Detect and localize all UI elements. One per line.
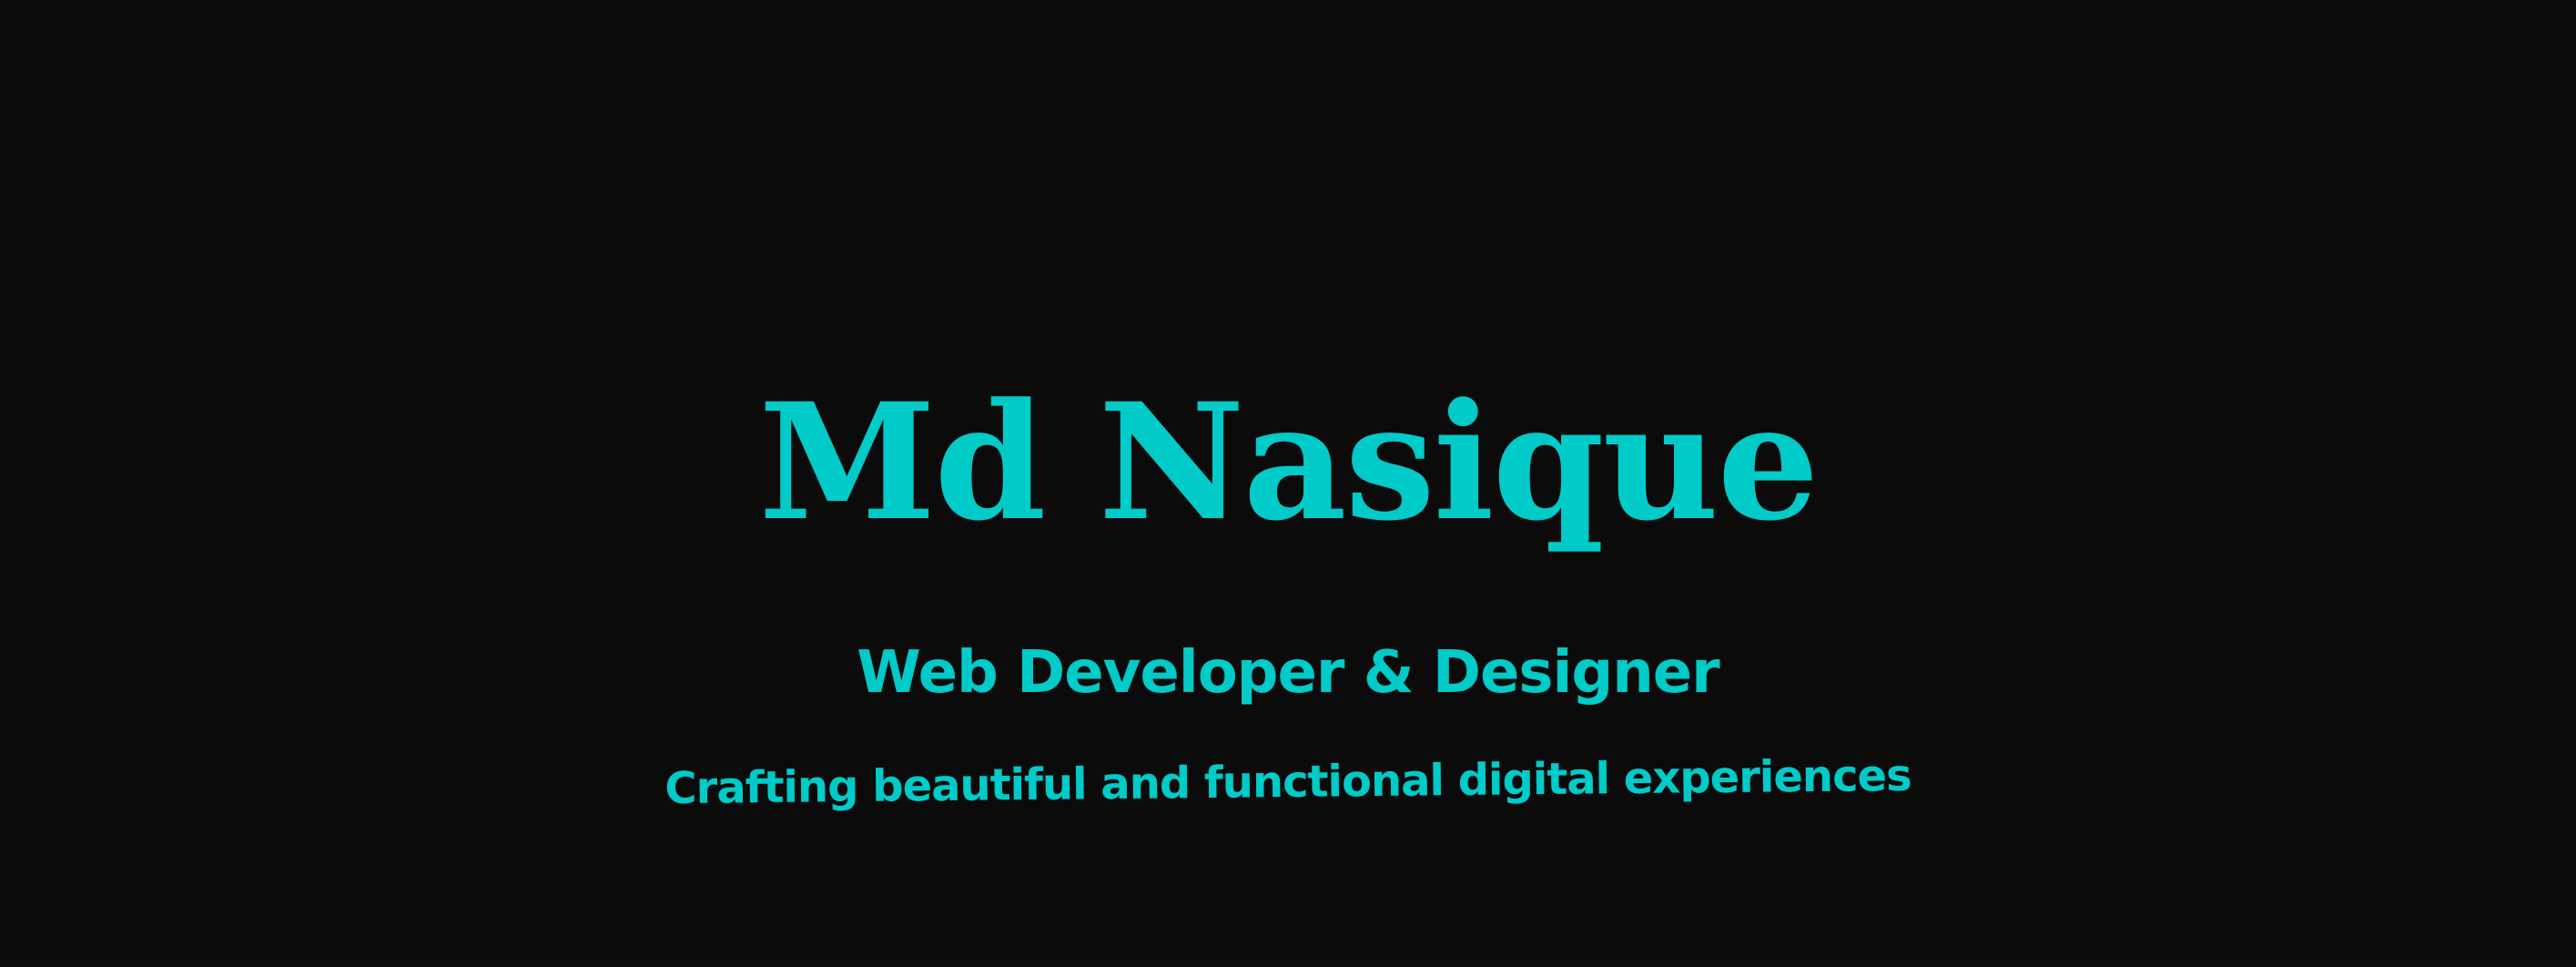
hero-section: Md Nasique Web Developer & Designer Craf… — [0, 0, 2576, 967]
hero-name: Md Nasique — [758, 368, 1819, 556]
hero-role: Web Developer & Designer — [857, 639, 1719, 707]
hero-tagline: Crafting beautiful and functional digita… — [664, 749, 1912, 815]
